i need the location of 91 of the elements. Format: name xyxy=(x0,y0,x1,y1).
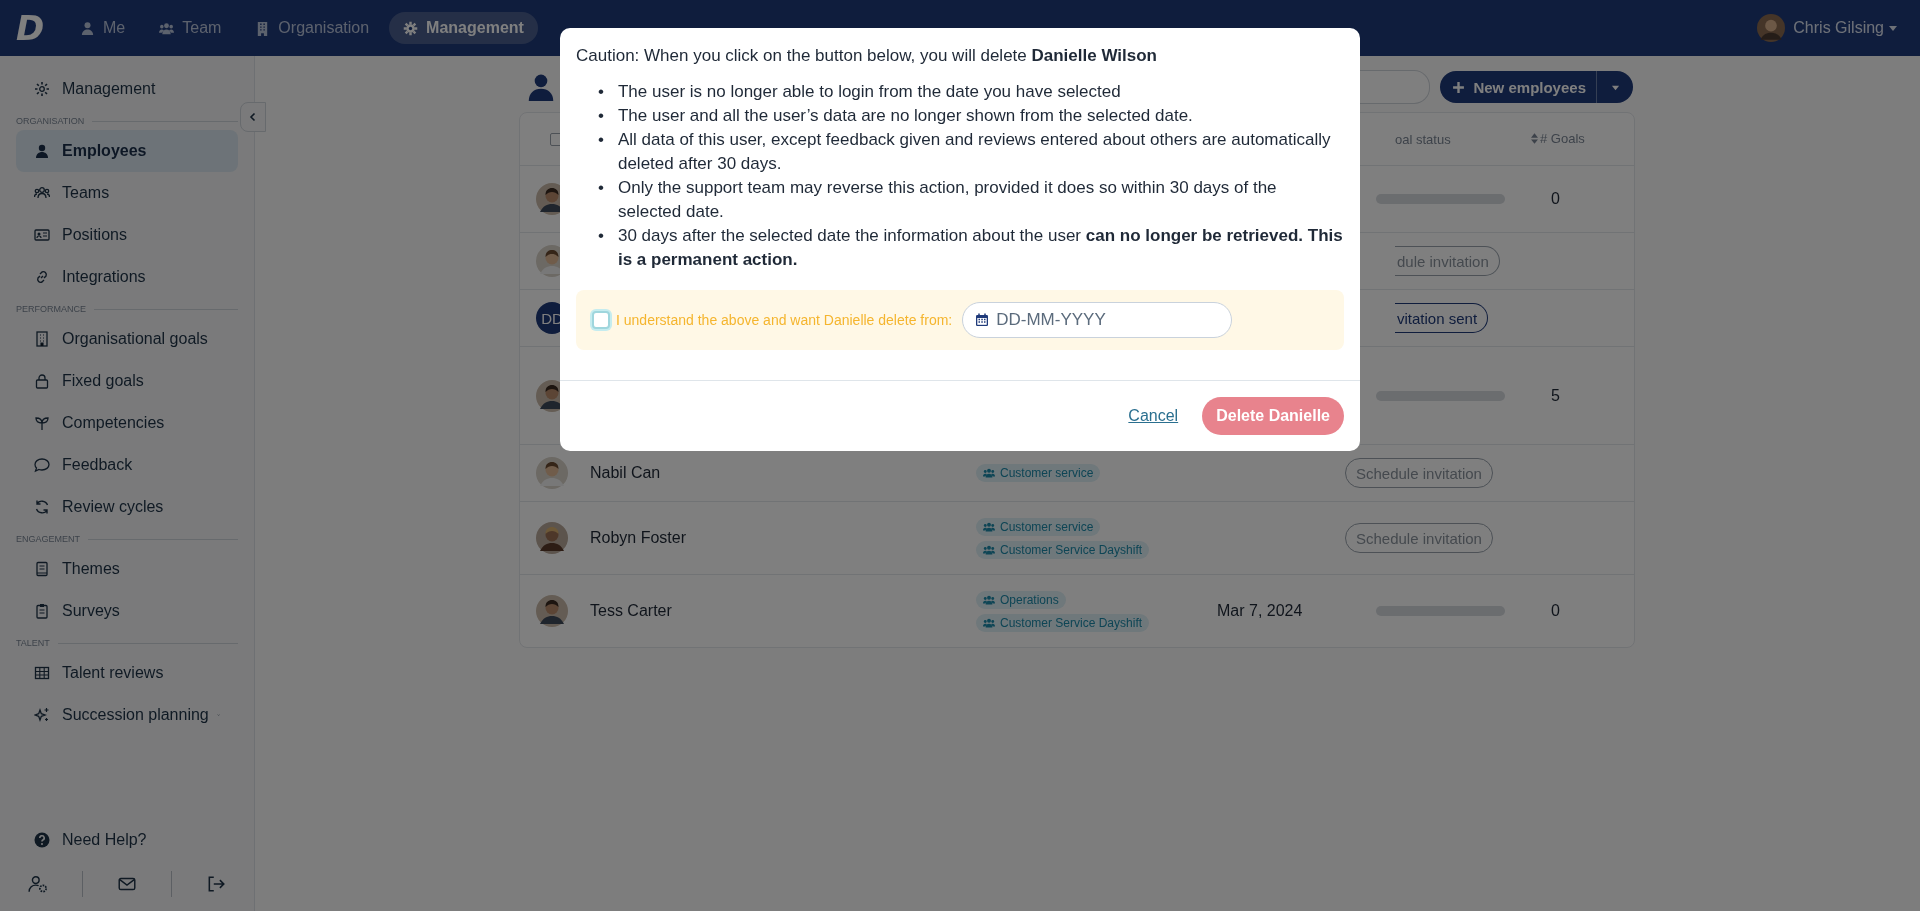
team-tag: Customer service xyxy=(976,517,1101,536)
goal-count: 0 xyxy=(1551,190,1560,207)
invitation-button[interactable]: dule invitation xyxy=(1395,246,1500,276)
help-icon xyxy=(34,832,50,848)
warning-item: Only the support team may reverse this action, provided it does so within 30 days of the selected date. xyxy=(617,177,1278,223)
confirm-checkbox[interactable] xyxy=(592,311,610,329)
clipboard-icon xyxy=(34,603,50,619)
section-label: ENGAGEMENT xyxy=(16,534,80,544)
cancel-link[interactable]: Cancel xyxy=(1128,407,1179,425)
sort-icon xyxy=(1531,133,1538,144)
sidebar-item[interactable]: Employees xyxy=(16,130,238,172)
user-settings-icon[interactable] xyxy=(28,875,48,893)
sidebar-item[interactable]: Organisational goals xyxy=(16,318,238,360)
employee-name[interactable]: Nabil Can xyxy=(590,464,661,481)
column-header[interactable]: oal status xyxy=(1395,131,1451,147)
date-field[interactable]: DD-MM-YYYY xyxy=(962,302,1233,338)
group-icon xyxy=(159,20,175,36)
logo[interactable]: D xyxy=(16,11,58,45)
warning-item: 30 days after the selected date the information about the user can no longer be retrieved. This is a permanent action. xyxy=(617,225,1344,271)
warning-item: The user and all the user’s data are no longer shown from the selected date. xyxy=(617,105,1193,127)
date-text: Mar 7, 2024 xyxy=(1217,602,1303,619)
lock-icon xyxy=(34,373,50,389)
nav-tab[interactable]: Organisation xyxy=(241,12,384,44)
team-tag: Customer Service Dayshift xyxy=(976,540,1150,559)
warning-item: The user is no longer able to login from the date you have selected xyxy=(617,81,1121,103)
logout-icon[interactable] xyxy=(206,875,226,893)
section-label: TALENT xyxy=(16,638,50,648)
sprout-icon xyxy=(34,415,50,431)
sidebar-item[interactable]: Themes xyxy=(16,548,238,590)
user-icon xyxy=(527,72,555,102)
collapse-button[interactable] xyxy=(240,102,266,132)
sidebar-item[interactable]: Feedback xyxy=(16,444,238,486)
team-tag: Customer Service Dayshift xyxy=(976,613,1150,632)
warning-item: All data of this user, except feedback given and reviews entered about others are automatically deleted after 30 days. xyxy=(617,129,1332,175)
sidebar-item[interactable]: Teams xyxy=(16,172,238,214)
section-label: ORGANISATION xyxy=(16,116,85,126)
group-icon xyxy=(34,185,50,201)
group-icon xyxy=(983,543,995,556)
chevron-icon xyxy=(248,112,258,122)
chat-bubble-icon xyxy=(34,457,50,473)
sidebar-item[interactable]: Integrations xyxy=(16,256,238,298)
goal-count: 0 xyxy=(1551,602,1560,619)
sidebar-item[interactable]: Fixed goals xyxy=(16,360,238,402)
link-icon xyxy=(34,269,50,285)
column-header[interactable]: # Goals xyxy=(1531,131,1585,146)
id-card-icon xyxy=(34,227,50,243)
team-tag: Operations xyxy=(976,590,1066,609)
sidebar-item[interactable]: Talent reviews xyxy=(16,652,238,694)
user-icon xyxy=(80,20,95,36)
bullet: • xyxy=(598,105,604,127)
goal-count: 5 xyxy=(1551,386,1560,404)
sidebar-item[interactable]: Review cycles xyxy=(16,486,238,528)
nav-tab[interactable]: Me xyxy=(66,12,140,44)
nav-tab[interactable]: Team xyxy=(145,12,236,44)
mail-icon[interactable] xyxy=(117,875,137,893)
invitation-button[interactable]: Schedule invitation xyxy=(1345,523,1493,553)
bullet: • xyxy=(598,81,604,103)
employee-name[interactable]: Tess Carter xyxy=(590,602,672,619)
group-icon xyxy=(983,520,995,533)
book-icon xyxy=(34,561,50,577)
user-menu[interactable]: Chris Gilsing xyxy=(1793,19,1884,37)
sidebar-item[interactable]: Succession planning xyxy=(16,694,238,736)
sparkles-icon xyxy=(34,707,50,723)
gear-icon xyxy=(34,81,50,97)
sidebar-item[interactable]: Positions xyxy=(16,214,238,256)
grid-table-icon xyxy=(34,665,50,681)
refresh-icon xyxy=(34,499,50,515)
sidebar-item[interactable]: Competencies xyxy=(16,402,238,444)
building-icon xyxy=(34,331,50,347)
employee-name[interactable]: Robyn Foster xyxy=(590,529,687,546)
group-icon xyxy=(983,593,995,606)
sidebar-item[interactable]: Surveys xyxy=(16,590,238,632)
bullet: • xyxy=(598,177,604,199)
invitation-button[interactable]: vitation sent xyxy=(1395,303,1489,333)
confirm-label: I understand the above and want Danielle delete from: xyxy=(616,312,953,328)
sidebar-item[interactable]: Management xyxy=(16,68,238,110)
user-icon xyxy=(34,143,50,159)
gear-icon xyxy=(403,20,419,36)
caret-icon xyxy=(1888,23,1898,33)
caution-text: Caution: When you click on the button below, you will delete Danielle Wilson xyxy=(576,46,1158,66)
bullet: • xyxy=(598,225,604,247)
help-link[interactable]: Need Help? xyxy=(16,819,238,861)
section-label: PERFORMANCE xyxy=(16,304,86,314)
group-icon xyxy=(983,467,995,479)
invitation-button[interactable]: Schedule invitation xyxy=(1345,458,1493,488)
group-icon xyxy=(983,616,995,629)
calendar-icon xyxy=(975,313,990,327)
nav-tab[interactable]: Management xyxy=(389,12,538,44)
team-tag: Customer service xyxy=(976,464,1101,482)
bullet: • xyxy=(598,129,604,151)
plus-icon xyxy=(1452,80,1466,94)
